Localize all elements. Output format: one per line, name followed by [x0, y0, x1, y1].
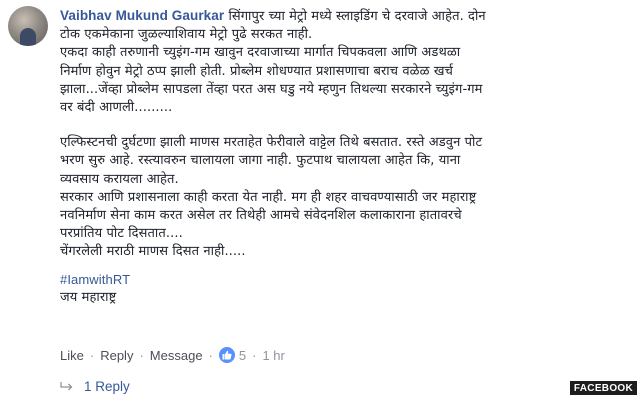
reply-arrow-icon — [60, 379, 74, 394]
avatar[interactable] — [8, 6, 48, 46]
separator: · — [139, 347, 144, 363]
comment-actions: Like · Reply · Message · 5 · 1 hr — [60, 347, 285, 363]
reply-button[interactable]: Reply — [100, 348, 133, 363]
hashtag-link[interactable]: #IamwithRT — [60, 271, 632, 289]
separator: · — [208, 347, 213, 363]
separator: · — [252, 347, 257, 363]
comment-text-line: एकदा काही तरुणानी च्युइंग-गम खावुन दरवाज… — [60, 45, 461, 61]
comment-text-line: परप्रांतिय पोट दिसतात.... — [60, 226, 183, 242]
comment-text-line: सिंगापुर च्या मेट्रो मध्ये स्लाइडिंग चे … — [228, 9, 486, 24]
comment-timestamp[interactable]: 1 hr — [262, 348, 284, 363]
comment-text-line: झाला...जेंव्हा प्रोब्लेम सापडला तेंव्हा … — [60, 81, 483, 97]
author-name[interactable]: Vaibhav Mukund Gaurkar — [60, 8, 224, 23]
comment-text-line: नवनिर्माण सेना काम करत असेल तर तिथेही आम… — [60, 208, 462, 224]
comment-text-line: एल्फिस्टनची दुर्घटणा झाली माणस मरताहेत फ… — [60, 135, 483, 151]
view-replies-link[interactable]: 1 Reply — [60, 379, 130, 394]
comment-text-line: व्यवसाय करायला आहेत. — [60, 171, 179, 187]
comment-closing: जय महाराष्ट्र — [60, 289, 117, 305]
like-thumb-icon[interactable] — [218, 347, 235, 363]
facebook-watermark: FACEBOOK — [569, 381, 637, 395]
comment-text-line: निर्माण होवुन मेट्रो ठप्प झाली होती. प्र… — [60, 63, 453, 79]
separator: · — [89, 347, 95, 363]
comment-text-line: टोक एकमेकाना जुळल्याशिवाय मेट्रो पुढे सर… — [60, 27, 313, 43]
comment-text-line: चेंगरलेली मराठी माणस दिसत नाही..... — [60, 244, 246, 260]
message-button[interactable]: Message — [150, 348, 203, 363]
comment-body: Vaibhav Mukund Gaurkar सिंगापुर च्या मेट… — [60, 7, 632, 307]
comment-text-line: वर बंदी आणली......... — [60, 100, 173, 116]
comment-text-line: भरण सुरु आहे. रस्त्यावरुन चालायला जागा न… — [60, 153, 461, 169]
comment-first-line: Vaibhav Mukund Gaurkar सिंगापुर च्या मेट… — [60, 7, 632, 26]
replies-count-label[interactable]: 1 Reply — [84, 379, 130, 394]
like-button[interactable]: Like — [60, 348, 84, 363]
comment-text-line: सरकार आणि प्रशासनाला काही करता येत नाही.… — [60, 189, 477, 205]
reaction-count[interactable]: 5 — [239, 348, 246, 363]
